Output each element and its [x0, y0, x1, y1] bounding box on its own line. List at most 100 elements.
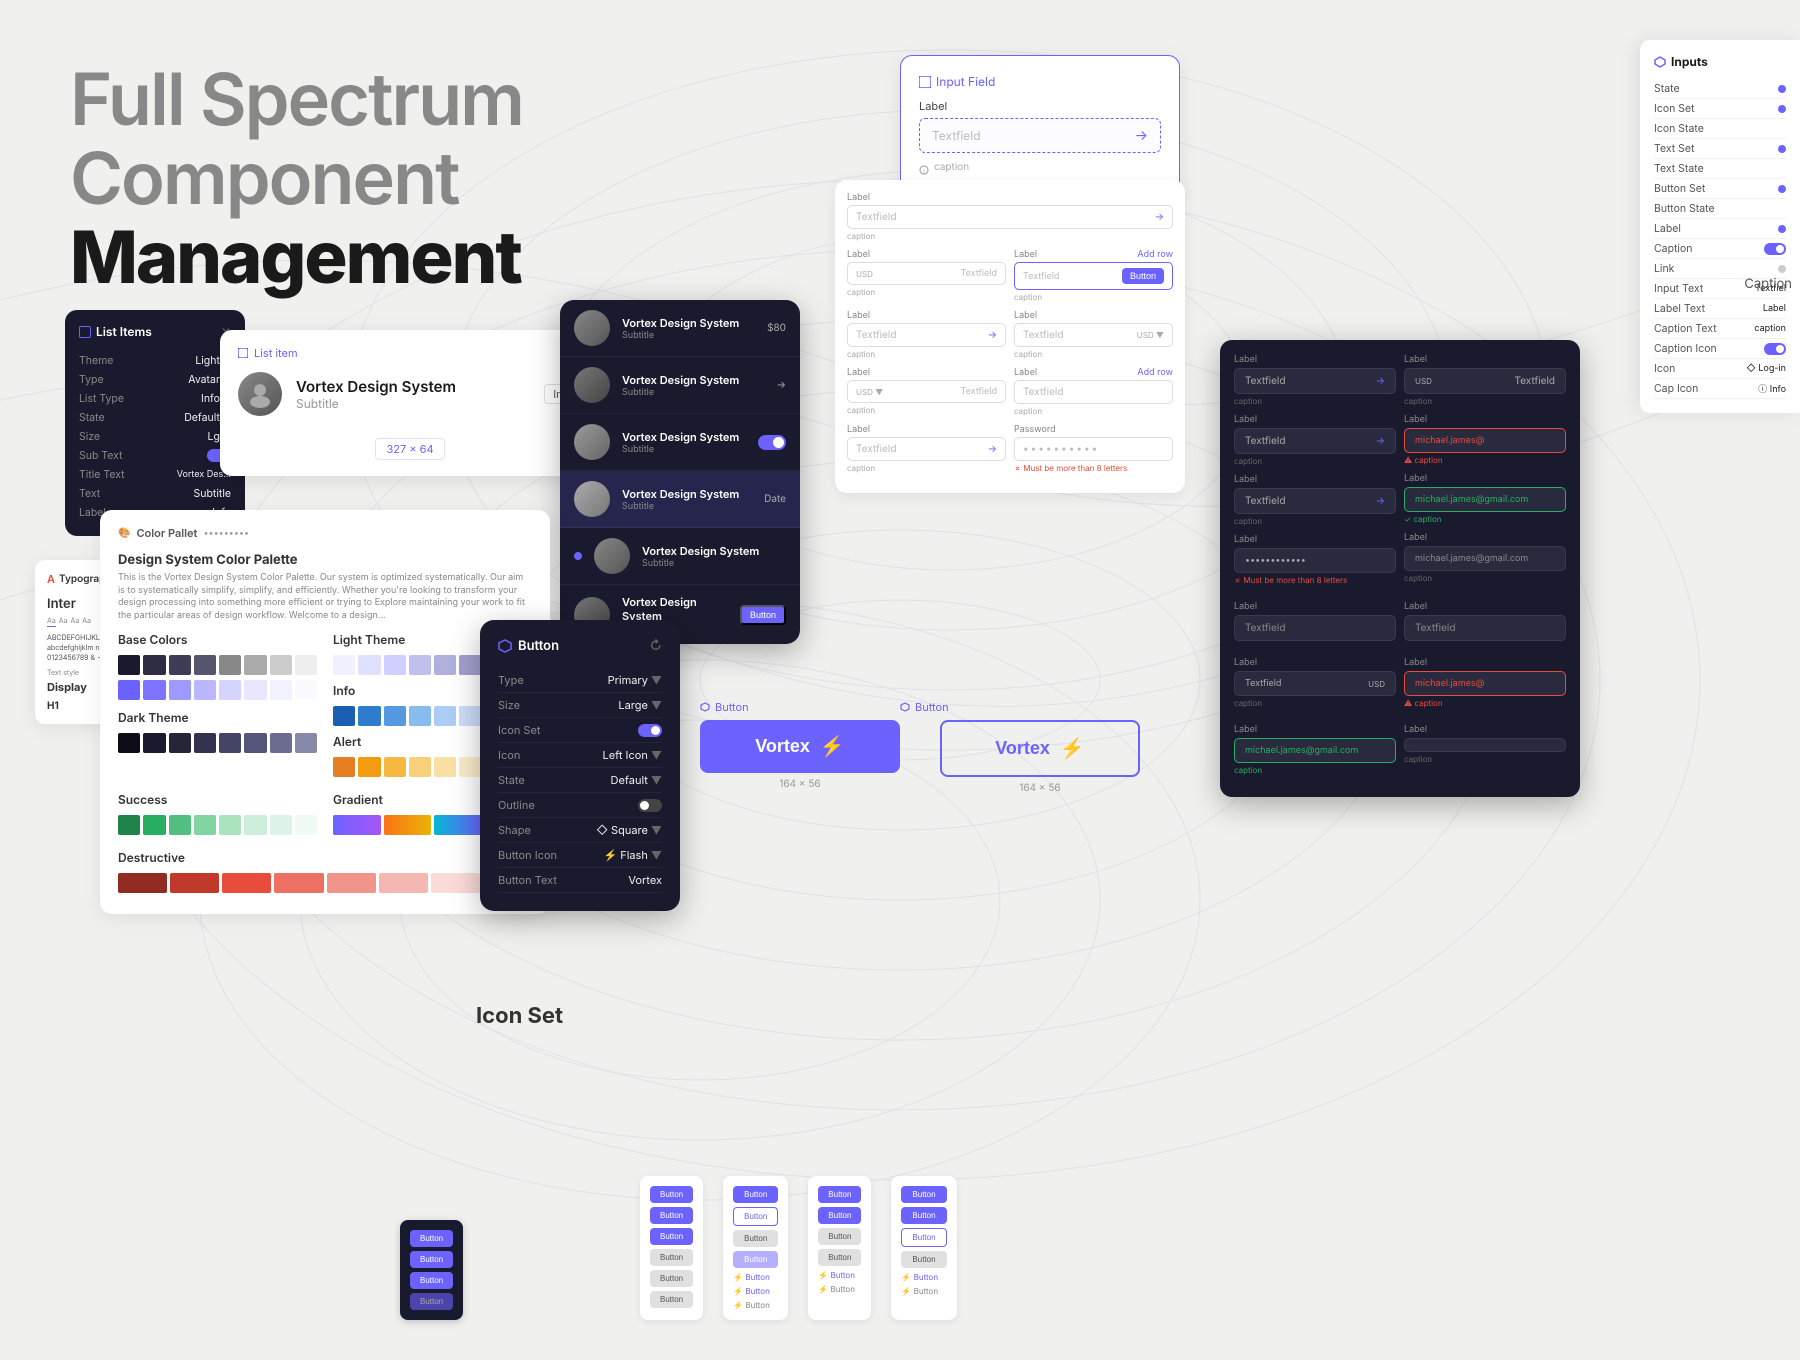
color-swatch [194, 815, 216, 835]
dark-textfield[interactable]: michael.james@ [1404, 428, 1566, 453]
button-outline-container: Vortex ⚡ 164 × 56 [940, 720, 1140, 794]
color-swatch [459, 706, 481, 726]
button-vortex-filled[interactable]: Vortex ⚡ [700, 720, 900, 773]
mini-btn[interactable]: Button [818, 1207, 861, 1224]
color-swatch [409, 655, 431, 675]
button-label-2: Button [900, 700, 949, 714]
toggle[interactable] [758, 435, 786, 450]
list-item-title: Vortex Design System [296, 377, 530, 396]
prop-row-shape: Shape ◇ Square ▼ [498, 818, 662, 843]
button-panel-title: Button ↻ [498, 638, 662, 654]
mini-btn[interactable]: Button [650, 1291, 693, 1308]
color-swatch [409, 706, 431, 726]
dark-textfield[interactable]: Textfield [1404, 615, 1566, 641]
dark-textfield[interactable]: michael.james@ [1404, 671, 1566, 696]
color-swatch [333, 655, 355, 675]
textfield-4a[interactable]: USD ▼ Textfield [847, 380, 1006, 403]
sidebar-title: Inputs [1654, 54, 1786, 69]
sidebar-item: Caption Icon [1654, 339, 1786, 359]
dark-textfield[interactable]: Textfield→ [1234, 368, 1396, 394]
mini-btn[interactable]: Button [901, 1228, 946, 1247]
button-badge[interactable]: Button [740, 605, 786, 625]
mini-btn[interactable]: Button [818, 1249, 861, 1266]
color-swatch [434, 706, 456, 726]
textfield-usd[interactable]: USD Textfield [847, 262, 1006, 285]
dark-list-panel: Vortex Design System Subtitle $80 Vortex… [560, 300, 800, 644]
list-items-panel: List Items ✕ ThemeLight ▼ TypeAvatar ▼ L… [65, 310, 245, 536]
mini-btn[interactable]: Button [410, 1230, 453, 1247]
panel-icon [79, 326, 91, 338]
mini-btn[interactable]: Button [901, 1207, 946, 1224]
textfield-3b[interactable]: Textfield USD ▼ [1014, 323, 1173, 347]
list-item-card: List item Vortex Design System Subtitle … [220, 330, 600, 476]
mini-btn[interactable]: Button [818, 1186, 861, 1203]
dark-textfield[interactable]: michael.james@gmail.com [1404, 546, 1566, 571]
input-panel-header: Input Field [919, 74, 1161, 89]
sidebar-item: Text State [1654, 159, 1786, 179]
list-item-icon [238, 348, 248, 358]
color-swatch [270, 680, 292, 700]
mini-btn[interactable]: Button [410, 1293, 453, 1310]
dark-textfield[interactable]: Textfield→ [1234, 428, 1396, 454]
color-swatch [333, 757, 355, 777]
dark-textfield[interactable]: michael.james@gmail.com [1234, 738, 1396, 763]
color-swatch [327, 873, 376, 893]
mini-btn[interactable]: Button [410, 1251, 453, 1268]
color-swatch [169, 815, 191, 835]
mini-btn[interactable]: Button [901, 1251, 946, 1268]
list-item-subtitle: Subtitle [296, 396, 530, 411]
palette-header: 🎨 Color Pallet ••••••••• [118, 526, 532, 540]
dark-textfield-usd[interactable]: USDTextfield [1404, 368, 1566, 394]
textfield-input[interactable]: Textfield → [919, 118, 1161, 153]
mini-btn[interactable]: Button [733, 1186, 778, 1203]
button-grid-1: Button Button Button Button Button Butto… [640, 1176, 703, 1320]
sidebar-item: Button State [1654, 199, 1786, 219]
indicator-dot [574, 552, 582, 560]
color-swatch [143, 815, 165, 835]
mini-btn[interactable]: Button [733, 1251, 778, 1268]
mini-btn[interactable]: Button [818, 1228, 861, 1245]
color-swatch [219, 815, 241, 835]
textfield-blue[interactable]: Textfield Button [1014, 262, 1173, 290]
list-item-header: List item [238, 346, 582, 360]
dark-textfield[interactable]: Textfield USD [1234, 671, 1396, 696]
dark-textfield[interactable]: •••••••••••• [1234, 548, 1396, 573]
color-swatch [358, 655, 380, 675]
mini-btn[interactable]: Button [410, 1272, 453, 1289]
sidebar-item: Icon ◇ Log-in [1654, 359, 1786, 379]
color-swatch [219, 680, 241, 700]
dark-textfield[interactable]: Textfield→ [1234, 488, 1396, 514]
list-item: Vortex Design System Subtitle [560, 414, 800, 471]
mini-btn[interactable]: Button [650, 1228, 693, 1245]
mini-btn[interactable]: Button [901, 1186, 946, 1203]
button-preview-area: Vortex ⚡ 164 × 56 Vortex ⚡ 164 × 56 [700, 720, 1140, 794]
textfield-5a[interactable]: Textfield → [847, 437, 1006, 461]
color-swatch [118, 873, 167, 893]
button-grid-3: Button Button Button Button ⚡ Button ⚡ B… [808, 1176, 871, 1320]
list-items-panel-title: List Items [79, 324, 152, 339]
color-swatch [244, 655, 266, 675]
field-button[interactable]: Button [1122, 268, 1164, 284]
input-field-panel: Input Field Label Textfield → i caption [900, 55, 1180, 197]
color-swatch [169, 655, 191, 675]
mini-btn[interactable]: Button [650, 1249, 693, 1266]
mini-btn[interactable]: Button [733, 1207, 778, 1226]
textfield-4b[interactable]: Textfield [1014, 380, 1173, 404]
mini-btn[interactable]: Button [733, 1230, 778, 1247]
sidebar-item: Caption [1654, 239, 1786, 259]
password-field[interactable]: •••••••••• [1014, 437, 1173, 461]
mini-btn[interactable]: Button [650, 1270, 693, 1287]
textfield[interactable]: Textfield → [847, 205, 1173, 229]
color-swatch [219, 655, 241, 675]
mini-btn[interactable]: Button [650, 1186, 693, 1203]
button-label-1: Button [700, 700, 749, 714]
button-vortex-outline[interactable]: Vortex ⚡ [940, 720, 1140, 777]
refresh-icon[interactable]: ↻ [650, 638, 662, 654]
dark-textfield[interactable] [1404, 738, 1566, 752]
mini-btn[interactable]: Button [650, 1207, 693, 1224]
dark-textfield[interactable]: Textfield [1234, 615, 1396, 641]
color-swatch [384, 706, 406, 726]
prop-row-type: Type Primary ▼ [498, 668, 662, 693]
dark-textfield[interactable]: michael.james@gmail.com [1404, 487, 1566, 512]
textfield-3a[interactable]: Textfield → [847, 323, 1006, 347]
